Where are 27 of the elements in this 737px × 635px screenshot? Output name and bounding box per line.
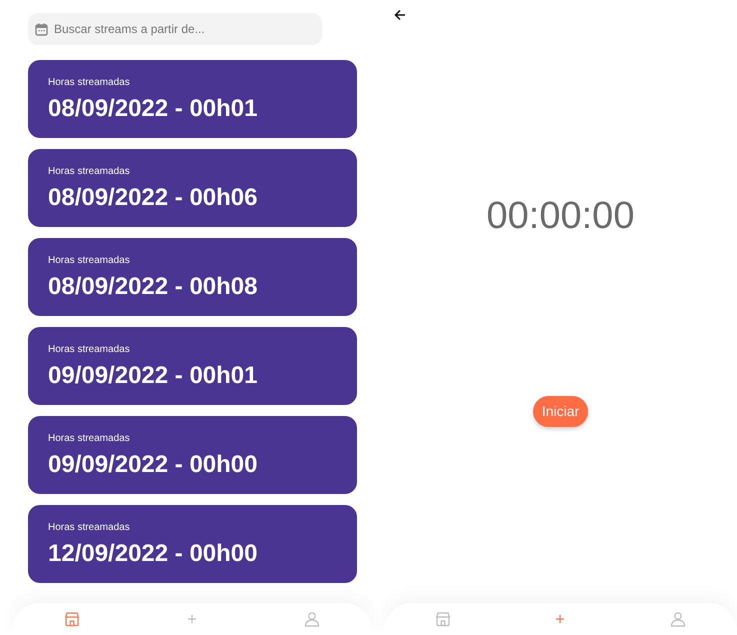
person-icon[interactable]: [304, 611, 320, 627]
card-date: 12/09/2022 - 00h00: [48, 538, 258, 568]
timer-display: 00:00:00: [486, 197, 634, 235]
card-label: Horas streamadas: [48, 76, 131, 90]
stream-card[interactable]: Horas streamadas 09/09/2022 - 00h00: [28, 416, 357, 494]
store-icon[interactable]: [64, 611, 80, 627]
card-label: Horas streamadas: [48, 520, 131, 534]
card-label: Horas streamadas: [48, 254, 131, 268]
calendar-icon: [35, 22, 48, 36]
stream-card[interactable]: Horas streamadas 08/09/2022 - 00h06: [28, 149, 357, 227]
card-date: 08/09/2022 - 00h06: [48, 182, 258, 212]
stream-card[interactable]: Horas streamadas 08/09/2022 - 00h08: [28, 238, 357, 316]
stream-card[interactable]: Horas streamadas 08/09/2022 - 00h01: [28, 60, 357, 138]
card-label: Horas streamadas: [48, 432, 131, 446]
search-placeholder: Buscar streams a partir de...: [54, 21, 205, 38]
stream-card[interactable]: Horas streamadas 09/09/2022 - 00h01: [28, 327, 357, 405]
card-label: Horas streamadas: [48, 342, 131, 356]
search-field[interactable]: Buscar streams a partir de...: [28, 13, 322, 45]
person-icon[interactable]: [670, 611, 686, 627]
stream-card[interactable]: Horas streamadas 12/09/2022 - 00h00: [28, 505, 357, 583]
card-date: 08/09/2022 - 00h08: [48, 272, 258, 302]
card-date: 09/09/2022 - 00h00: [48, 450, 258, 480]
store-icon[interactable]: [434, 611, 451, 627]
back-arrow-icon[interactable]: [394, 9, 406, 21]
card-date: 09/09/2022 - 00h01: [48, 360, 258, 390]
card-label: Horas streamadas: [48, 164, 131, 178]
card-date: 08/09/2022 - 00h01: [48, 94, 258, 124]
